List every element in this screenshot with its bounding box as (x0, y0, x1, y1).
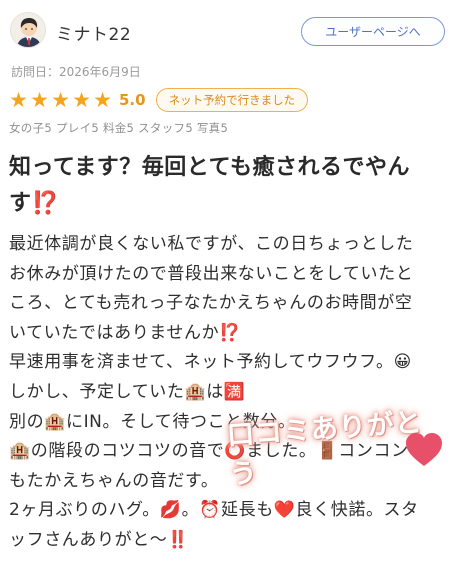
reservation-badge: ネット予約で行きました (155, 88, 309, 112)
review-line: 別の🏨にIN。そして待つこと数分。 (9, 411, 296, 432)
star-icon: ★ (51, 88, 70, 112)
star-icon: ★ (9, 88, 28, 112)
review-line: もたかえちゃんの音だす。 (9, 470, 219, 491)
visit-date: 訪問日：2026年6月9日 (11, 65, 141, 79)
review-line: しかし、予定していた🏨は🈵 (9, 381, 246, 402)
rating-row: ★ ★ ★ ★ ★ 5.0 ネット予約で行きました (8, 88, 309, 112)
review-line: いていたではありませんか⁉️ (9, 322, 241, 343)
star-icon: ★ (93, 88, 112, 112)
username[interactable]: ミナト22 (56, 20, 131, 45)
rating-score: 5.0 (119, 91, 146, 109)
review-header: ミナト22 ユーザーページへ (0, 0, 460, 62)
review-line: お休みが頂けたので普段出来ないことをしていたと (9, 263, 414, 284)
sub-scores: 女の子5 プレイ5 料金5 スタッフ5 写真5 (9, 121, 229, 135)
review-title-line: 知ってます？毎回とても癒されるでやん (9, 155, 411, 180)
review-line: 早速用事を済ませて、ネット予約してウフウフ。😀 (9, 352, 412, 373)
star-rating: ★ ★ ★ ★ ★ (8, 88, 113, 112)
user-page-button[interactable]: ユーザーページへ (301, 17, 445, 46)
review-line: ッフさんありがと〜‼️ (9, 529, 190, 550)
review-title-line: す⁉️ (9, 191, 60, 216)
review-line: 2ヶ月ぶりのハグ。💋。⏰延長も❤️良く快諾。スタ (9, 500, 419, 521)
star-icon: ★ (72, 88, 91, 112)
review-line: 🏨の階段のコツコツの音で⭕️ました。🚪コンコン (9, 441, 409, 462)
review-title: 知ってます？毎回とても癒されるでやん す⁉️ (9, 150, 451, 222)
review-line: ころ、とても売れっ子なたかえちゃんのお時間が空 (9, 293, 413, 314)
user-avatar[interactable] (10, 12, 46, 48)
review-line: 最近体調が良くない私ですが、この日ちょっとした (9, 234, 414, 254)
star-icon: ★ (30, 88, 49, 112)
review-body: 最近体調が良くない私ですが、この日ちょっとした お休みが頂けたので普段出来ないこ… (9, 230, 457, 556)
